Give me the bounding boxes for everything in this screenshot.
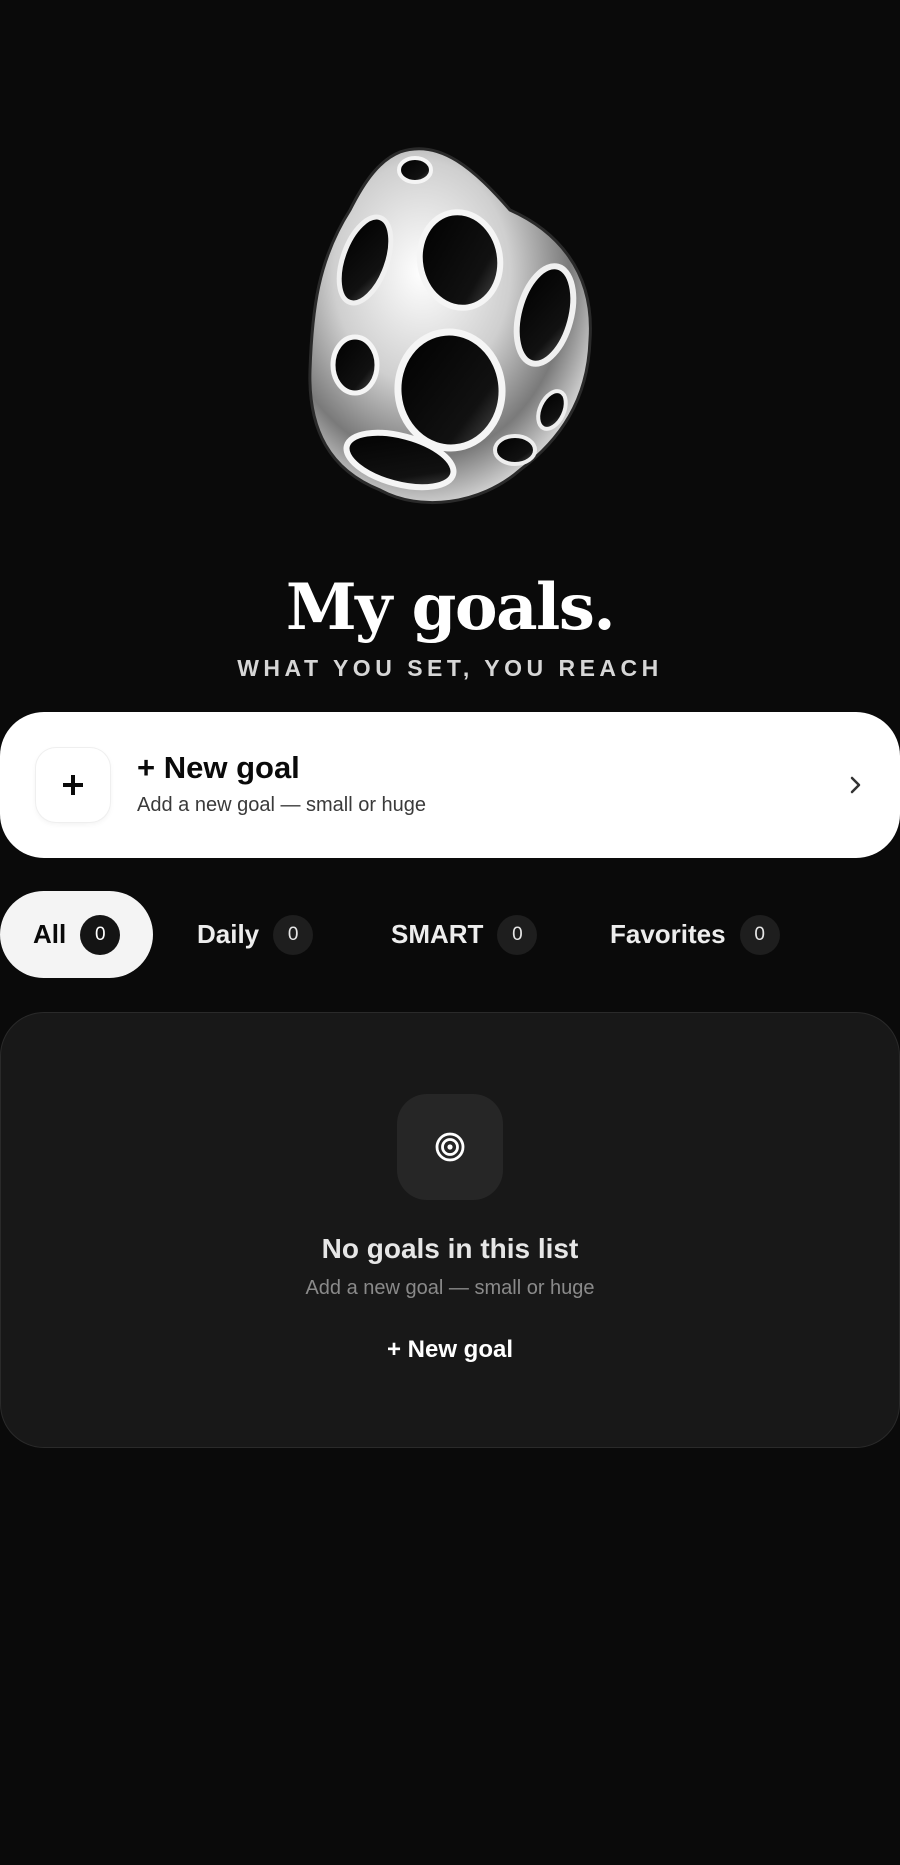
chevron-right-icon (850, 776, 861, 794)
tab-favorites[interactable]: Favorites 0 (610, 891, 780, 978)
plus-icon (36, 748, 110, 822)
target-icon (397, 1094, 503, 1200)
tab-favorites-count: 0 (739, 914, 780, 955)
tab-all-label: All (33, 919, 67, 949)
page-title: My goals. (285, 570, 616, 645)
hero-sculpture-illustration (290, 140, 610, 520)
tab-favorites-label: Favorites (610, 919, 726, 949)
new-goal-card-subtitle: Add a new goal — small or huge (137, 794, 427, 816)
page-subtitle: WHAT YOU SET, YOU REACH (237, 655, 663, 681)
empty-state-title: No goals in this list (321, 1233, 579, 1264)
tab-daily-count: 0 (273, 914, 314, 955)
empty-state-new-goal-button[interactable]: + New goal (370, 1334, 530, 1366)
empty-state-subtitle: Add a new goal — small or huge (305, 1277, 595, 1299)
tab-smart-count: 0 (497, 914, 538, 955)
tab-smart[interactable]: SMART 0 (391, 891, 538, 978)
filter-tabs: All 0 Daily 0 SMART 0 Favorites 0 (0, 891, 900, 978)
tab-daily-label: Daily (197, 919, 260, 949)
tab-all-count: 0 (80, 914, 121, 955)
tab-daily[interactable]: Daily 0 (197, 891, 314, 978)
new-goal-card[interactable]: + New goal Add a new goal — small or hug… (0, 712, 900, 858)
tab-all[interactable]: All 0 (0, 891, 154, 978)
new-goal-card-title: + New goal (137, 750, 300, 785)
empty-state-panel: No goals in this list Add a new goal — s… (0, 1012, 900, 1448)
tab-smart-label: SMART (391, 919, 484, 949)
